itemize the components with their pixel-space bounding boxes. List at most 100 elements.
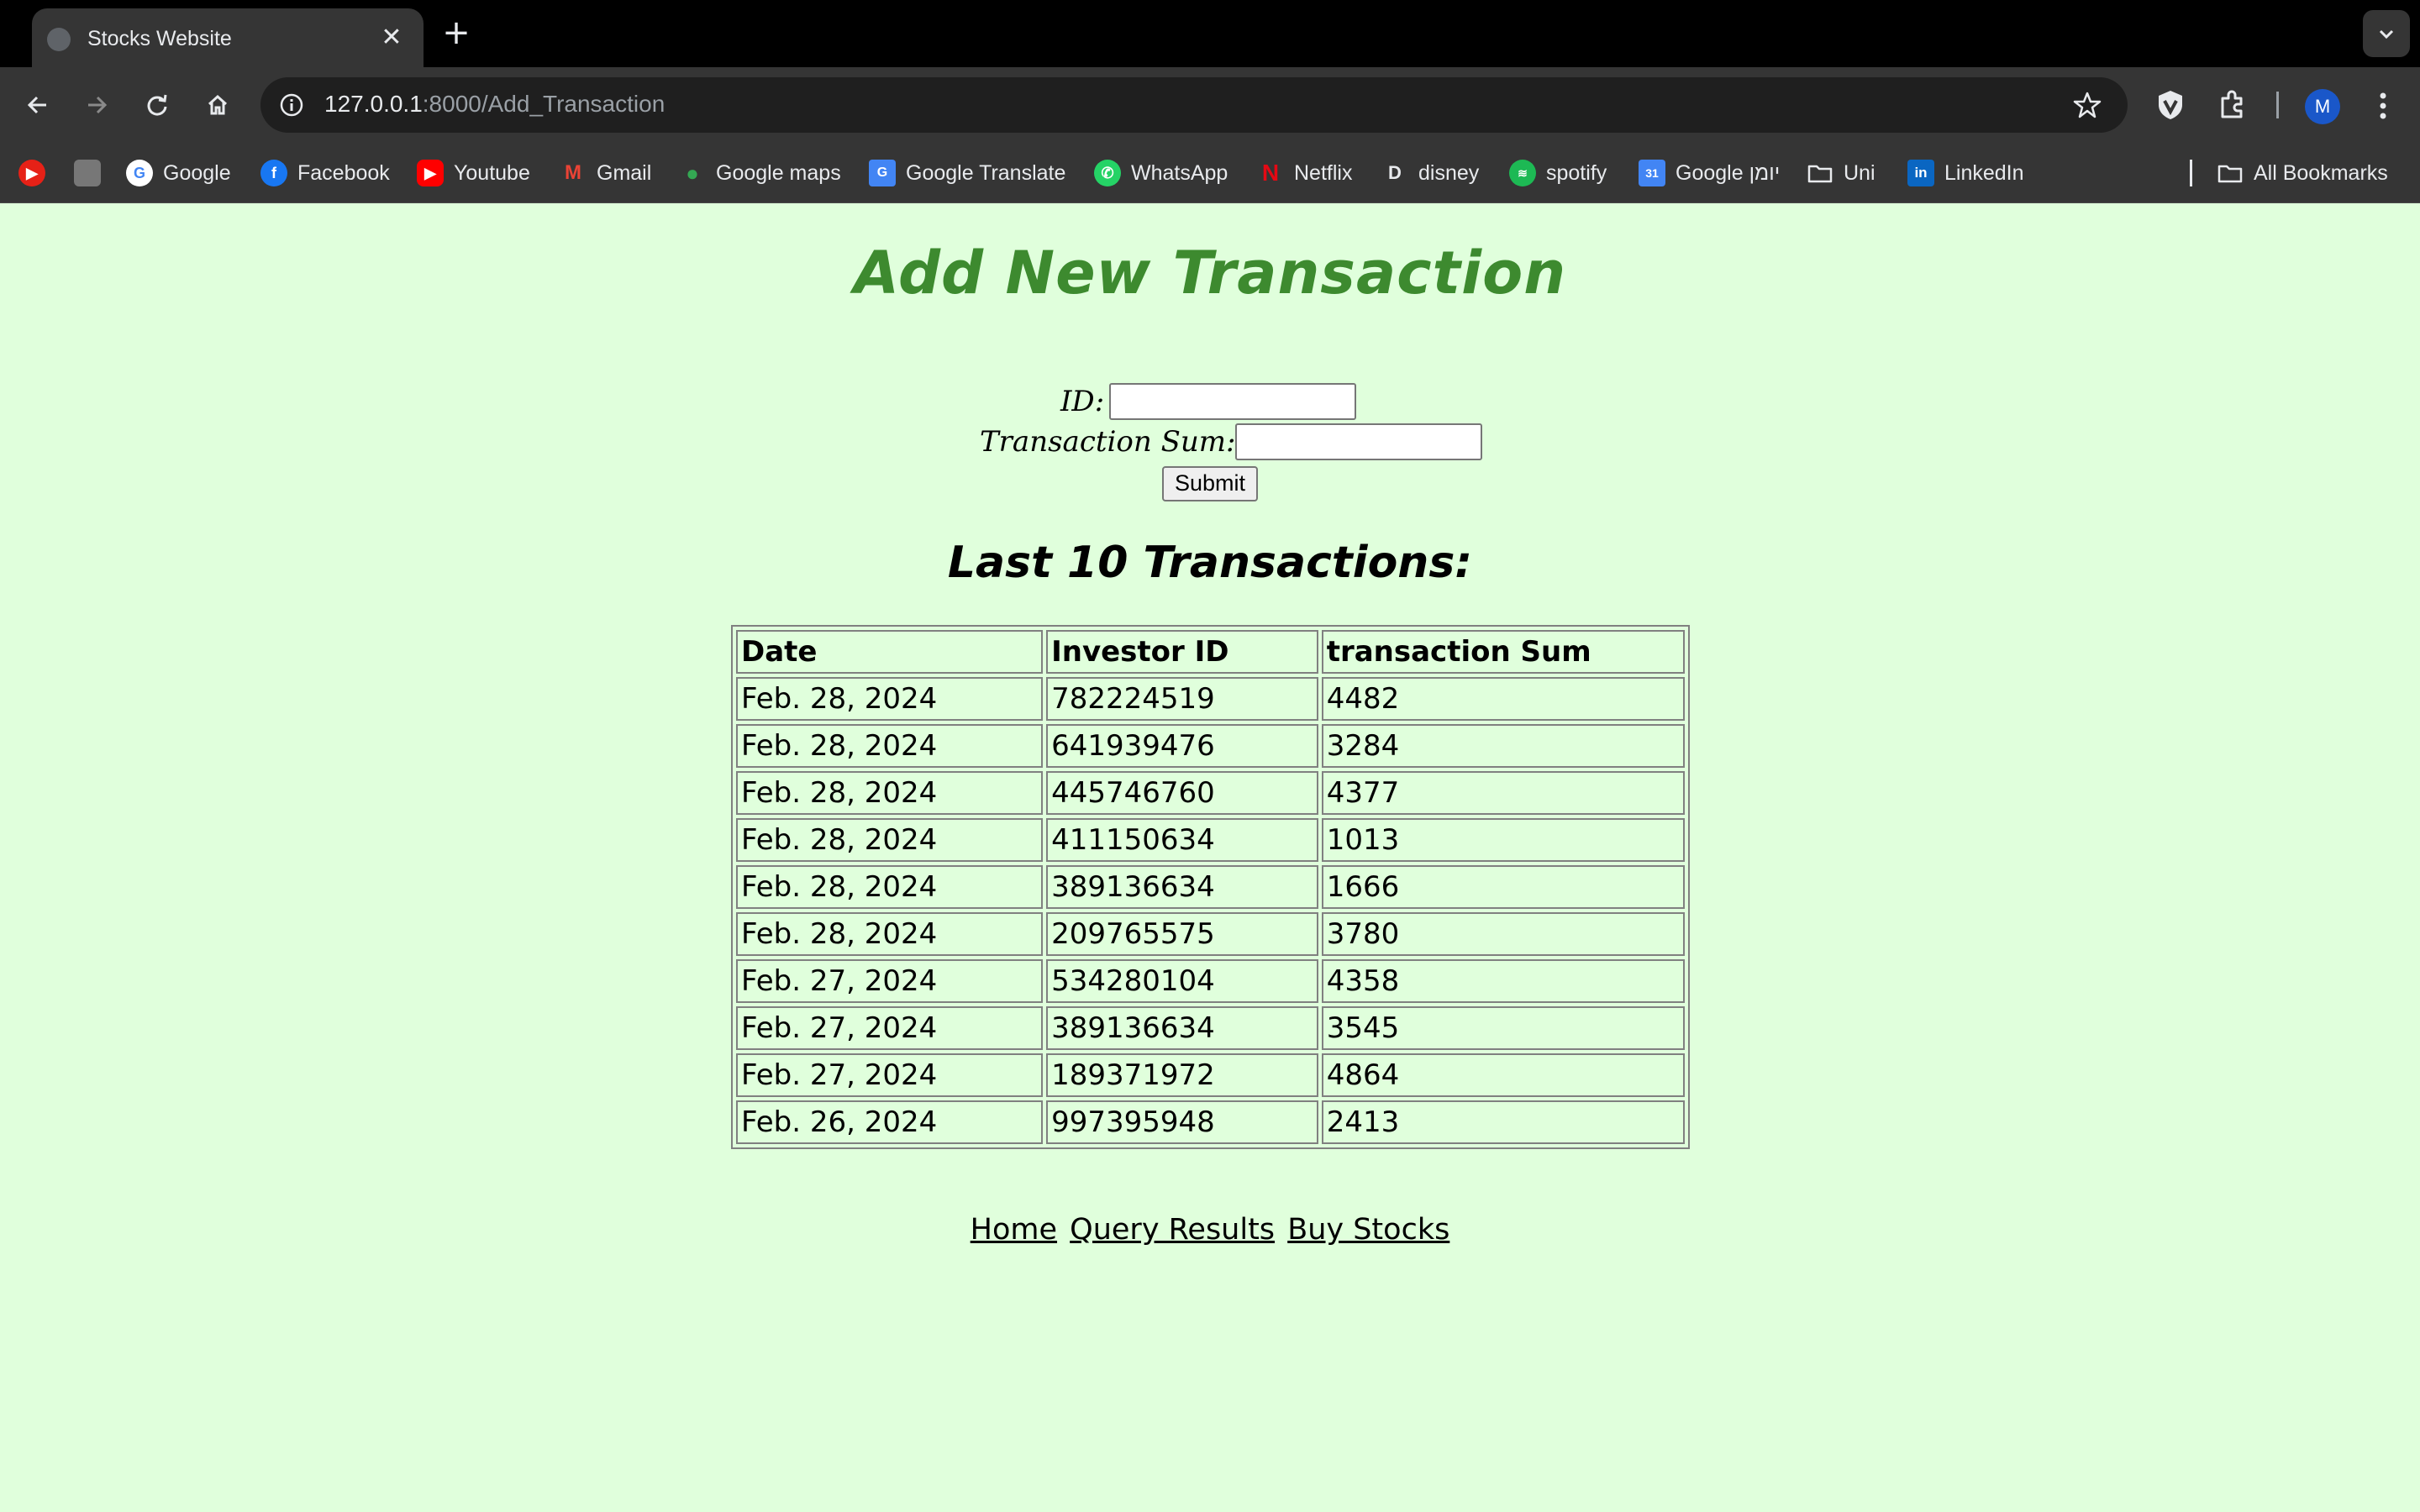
- id-label: ID:: [1060, 385, 1105, 418]
- date-cell: Feb. 27, 2024: [736, 959, 1044, 1003]
- query-results-link[interactable]: Query Results: [1070, 1213, 1275, 1247]
- spotify-icon: ≋: [1509, 160, 1536, 186]
- facebook-icon: f: [260, 160, 287, 186]
- investor-id-cell: 445746760: [1046, 771, 1318, 815]
- tab-search-button[interactable]: [2363, 10, 2410, 57]
- translate-icon: G: [869, 160, 896, 186]
- arrow-left-icon: [27, 96, 46, 114]
- bookmark-google-translate[interactable]: G Google Translate: [869, 158, 1065, 188]
- table-row: Feb. 28, 2024 782224519 4482: [736, 677, 1685, 721]
- bookmarks-divider: [2190, 160, 2192, 186]
- calendar-icon: 31: [1639, 160, 1665, 186]
- submit-button[interactable]: Submit: [1162, 466, 1258, 501]
- folder-icon: [2217, 165, 2243, 183]
- bookmark-unnamed[interactable]: [74, 158, 111, 188]
- browser-tab[interactable]: Stocks Website ✕: [32, 8, 424, 67]
- profile-avatar[interactable]: M: [2305, 89, 2340, 124]
- close-tab-icon[interactable]: ✕: [378, 24, 405, 51]
- folder-icon: [1807, 165, 1833, 183]
- bookmark-gmail[interactable]: M Gmail: [560, 158, 651, 188]
- table-header-row: Date Investor ID transaction Sum: [736, 630, 1685, 674]
- buy-stocks-link[interactable]: Buy Stocks: [1287, 1213, 1449, 1247]
- date-cell: Feb. 26, 2024: [736, 1100, 1044, 1144]
- transactions-table: Date Investor ID transaction Sum Feb. 28…: [731, 625, 1690, 1149]
- bookmark-disney[interactable]: D disney: [1381, 158, 1479, 188]
- investor-id-cell: 411150634: [1046, 818, 1318, 862]
- date-cell: Feb. 28, 2024: [736, 912, 1044, 956]
- transaction-sum-cell: 4377: [1321, 771, 1685, 815]
- new-tab-button[interactable]: +: [440, 16, 472, 50]
- table-row: Feb. 27, 2024 389136634 3545: [736, 1006, 1685, 1050]
- bookmark-facebook[interactable]: f Facebook: [260, 158, 390, 188]
- date-cell: Feb. 28, 2024: [736, 818, 1044, 862]
- netflix-icon: N: [1261, 160, 1280, 186]
- table-row: Feb. 28, 2024 209765575 3780: [736, 912, 1685, 956]
- investor-id-cell: 209765575: [1046, 912, 1318, 956]
- investor-id-cell: 534280104: [1046, 959, 1318, 1003]
- table-row: Feb. 28, 2024 641939476 3284: [736, 724, 1685, 768]
- date-cell: Feb. 27, 2024: [736, 1006, 1044, 1050]
- back-button[interactable]: [17, 84, 59, 126]
- disney-icon: D: [1388, 162, 1402, 183]
- transaction-sum-cell: 4482: [1321, 677, 1685, 721]
- linkedin-icon: in: [1907, 160, 1934, 186]
- table-row: Feb. 28, 2024 411150634 1013: [736, 818, 1685, 862]
- arrow-right-icon: [88, 96, 108, 114]
- investor-id-cell: 389136634: [1046, 1006, 1318, 1050]
- tab-strip: Stocks Website ✕ +: [0, 0, 2420, 67]
- transaction-sum-cell: 4358: [1321, 959, 1685, 1003]
- date-cell: Feb. 28, 2024: [736, 771, 1044, 815]
- bookmark-uni-folder[interactable]: Uni: [1807, 158, 1876, 188]
- table-row: Feb. 27, 2024 534280104 4358: [736, 959, 1685, 1003]
- reload-button[interactable]: [136, 84, 178, 126]
- bookmark-whatsapp[interactable]: ✆ WhatsApp: [1094, 158, 1228, 188]
- transaction-sum-row: Transaction Sum:: [980, 423, 1483, 460]
- browser-toolbar: 127.0.0.1:8000/Add_Transaction: [0, 67, 2420, 143]
- maps-pin-icon: ●: [686, 160, 699, 186]
- gmail-icon: M: [565, 161, 581, 184]
- table-row: Feb. 28, 2024 389136634 1666: [736, 865, 1685, 909]
- bookmark-spotify[interactable]: ≋ spotify: [1509, 158, 1607, 188]
- site-info-icon[interactable]: [279, 92, 304, 118]
- transaction-sum-cell: 4864: [1321, 1053, 1685, 1097]
- youtube-music-icon: ▶: [18, 160, 45, 186]
- investor-id-cell: 782224519: [1046, 677, 1318, 721]
- bookmark-google[interactable]: G Google: [126, 158, 231, 188]
- home-link[interactable]: Home: [971, 1213, 1057, 1247]
- bookmarks-bar: ▶ G Google f Facebook ▶ Youtube M Gmail …: [0, 143, 2420, 203]
- bookmark-star-icon[interactable]: [2072, 90, 2102, 120]
- investor-id-cell: 389136634: [1046, 865, 1318, 909]
- home-icon: [208, 94, 228, 115]
- bookmark-linkedin[interactable]: in LinkedIn: [1907, 158, 2024, 188]
- home-button[interactable]: [197, 84, 239, 126]
- transaction-sum-input[interactable]: [1235, 423, 1483, 460]
- all-bookmarks-button[interactable]: All Bookmarks: [2217, 158, 2388, 188]
- url-text[interactable]: 127.0.0.1:8000/Add_Transaction: [324, 91, 665, 118]
- bookmark-google-maps[interactable]: ● Google maps: [679, 158, 841, 188]
- footer-nav: Home Query Results Buy Stocks: [0, 1213, 2420, 1247]
- table-row: Feb. 26, 2024 997395948 2413: [736, 1100, 1685, 1144]
- forward-button[interactable]: [76, 84, 118, 126]
- column-header-transaction-sum: transaction Sum: [1321, 630, 1685, 674]
- transaction-sum-cell: 3545: [1321, 1006, 1685, 1050]
- more-menu-icon[interactable]: [2365, 87, 2402, 124]
- transaction-sum-cell: 3284: [1321, 724, 1685, 768]
- transaction-sum-cell: 1666: [1321, 865, 1685, 909]
- app-icon: [74, 160, 101, 186]
- bookmark-netflix[interactable]: N Netflix: [1257, 158, 1353, 188]
- id-input[interactable]: [1109, 383, 1357, 420]
- bookmark-google-calendar[interactable]: 31 Google יומן: [1639, 158, 1780, 188]
- investor-id-cell: 189371972: [1046, 1053, 1318, 1097]
- globe-icon: [47, 28, 71, 51]
- date-cell: Feb. 28, 2024: [736, 724, 1044, 768]
- vpn-extension-icon[interactable]: [2149, 84, 2191, 126]
- bookmark-youtube[interactable]: ▶ Youtube: [417, 158, 530, 188]
- toolbar-divider: [2276, 92, 2279, 118]
- extensions-puzzle-icon[interactable]: [2212, 84, 2254, 126]
- investor-id-cell: 997395948: [1046, 1100, 1318, 1144]
- bookmark-youtube-music[interactable]: ▶: [18, 158, 55, 188]
- column-header-date: Date: [736, 630, 1044, 674]
- transaction-sum-cell: 3780: [1321, 912, 1685, 956]
- address-bar[interactable]: 127.0.0.1:8000/Add_Transaction: [260, 77, 2128, 133]
- transaction-sum-cell: 2413: [1321, 1100, 1685, 1144]
